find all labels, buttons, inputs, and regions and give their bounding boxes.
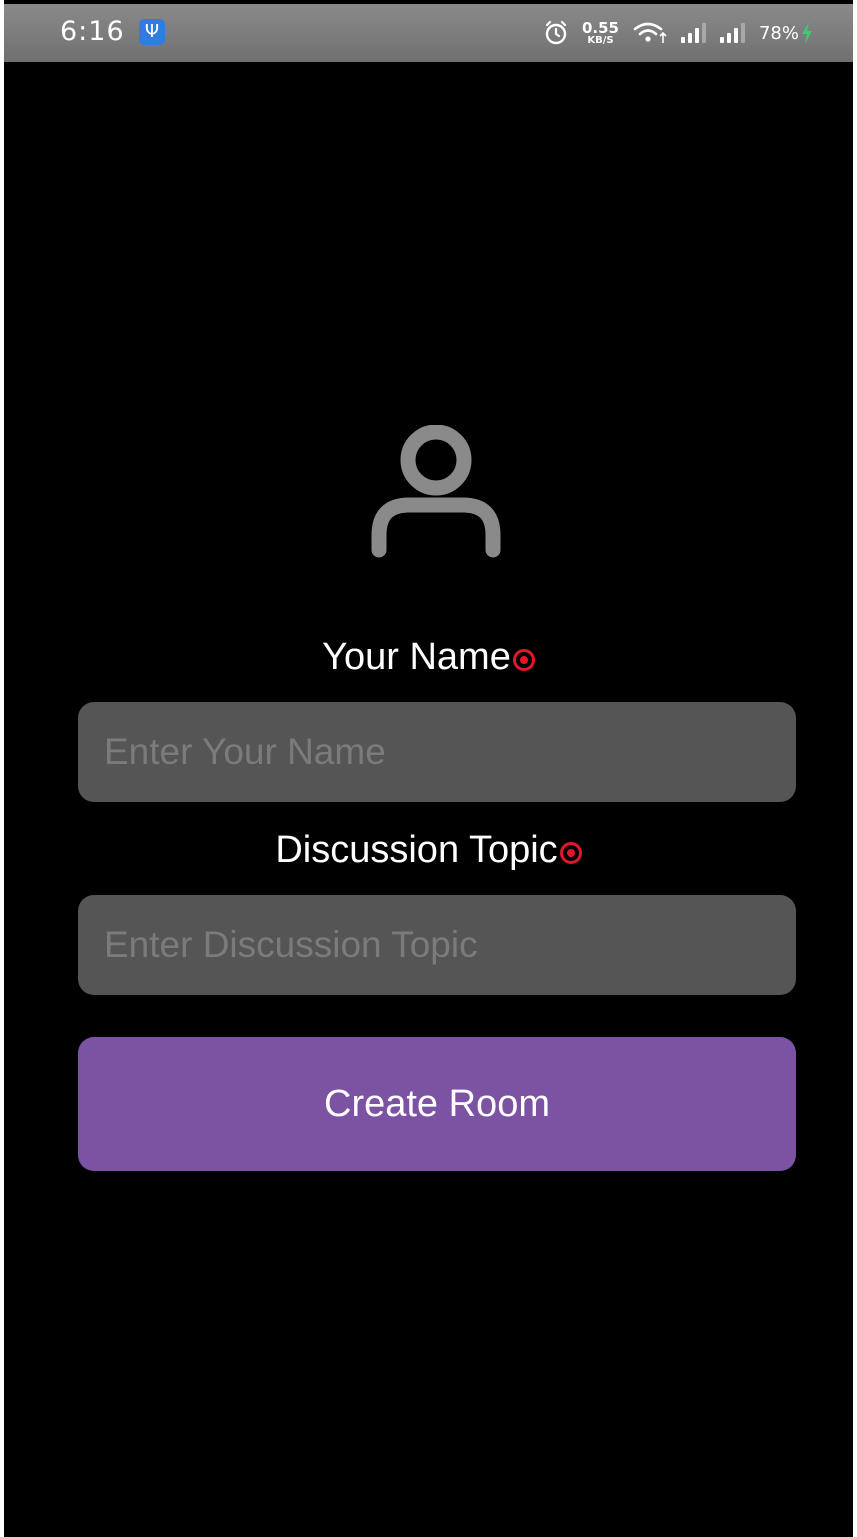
required-icon: [559, 842, 582, 864]
battery-level: 78%: [758, 22, 799, 44]
status-icons: 0.55 KB/S 78%: [544, 14, 813, 52]
status-time: 6:16: [60, 16, 125, 47]
topic-label-text: Discussion Topic: [275, 829, 558, 871]
topic-label: Discussion Topic: [0, 829, 857, 872]
network-speed: 0.55 KB/S: [581, 18, 619, 46]
name-input[interactable]: [78, 702, 796, 802]
network-speed-unit: KB/S: [587, 34, 614, 46]
signal-icon-2: [719, 23, 745, 43]
alarm-icon: [544, 20, 568, 46]
wifi-icon: [633, 21, 667, 45]
person-icon: [365, 424, 507, 560]
network-speed-value: 0.55: [581, 18, 619, 37]
status-bar: 6:16 Ψ 0.55 KB/S 78%: [4, 4, 853, 62]
battery-indicator: 78%: [759, 22, 813, 44]
create-room-screen: 6:16 Ψ 0.55 KB/S 78% Your Name Enter You…: [0, 0, 857, 1537]
name-label: Your Name: [0, 636, 857, 679]
name-label-text: Your Name: [322, 636, 511, 678]
screen-edge-left: [0, 0, 4, 1537]
screen-edge-right: [853, 0, 857, 1537]
usb-icon: Ψ: [139, 19, 165, 45]
topic-input[interactable]: [78, 895, 796, 995]
charging-icon: [801, 22, 813, 44]
signal-icon: [680, 23, 706, 43]
create-room-button[interactable]: Create Room: [78, 1037, 796, 1171]
required-icon: [512, 649, 535, 671]
